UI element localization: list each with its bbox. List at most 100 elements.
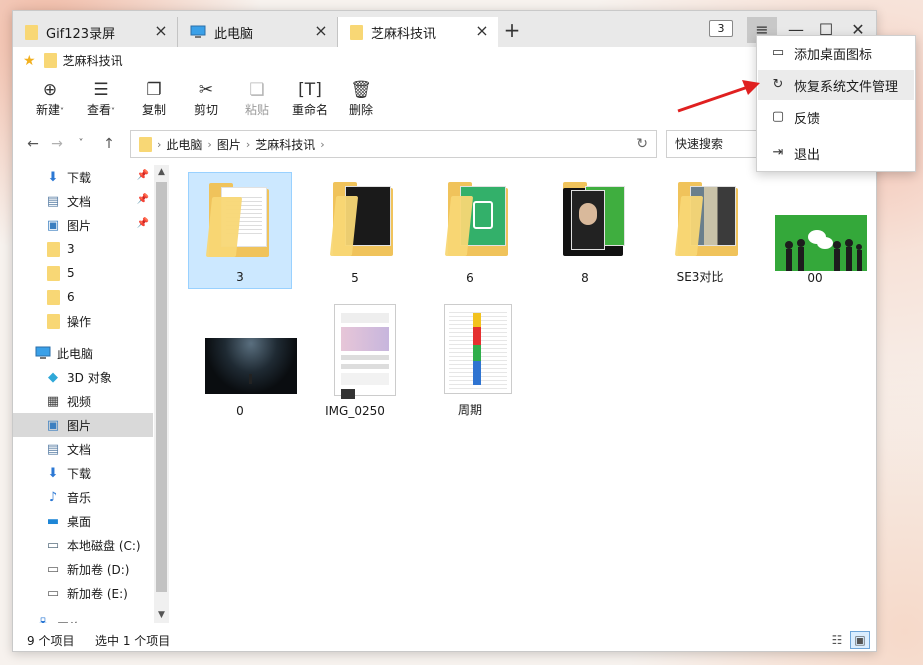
- close-icon[interactable]: ×: [313, 23, 329, 39]
- sidebar-item-desktop[interactable]: ▬ 桌面: [13, 509, 153, 533]
- tab-gif123[interactable]: Gif123录屏 ×: [13, 17, 178, 47]
- menu-item-add-desktop-icon[interactable]: ▭ 添加桌面图标: [758, 38, 914, 68]
- sidebar-item-documents[interactable]: ▤ 文档 📌: [13, 189, 153, 213]
- file-item-folder-se3[interactable]: SE3对比: [648, 172, 752, 289]
- menu-item-label: 添加桌面图标: [794, 47, 873, 63]
- picture-icon: ▣: [46, 417, 60, 433]
- file-name: 0: [236, 404, 244, 418]
- sidebar-item-pictures-pinned[interactable]: ▣ 图片 📌: [13, 213, 153, 237]
- menu-item-label: 恢复系统文件管理: [794, 79, 899, 95]
- sidebar-item-label: 5: [67, 266, 75, 280]
- sidebar-item-downloads[interactable]: ⬇ 下载 📌: [13, 165, 153, 189]
- sidebar-scrollbar[interactable]: ▲ ▼: [154, 165, 169, 623]
- scrollbar-thumb[interactable]: [156, 182, 167, 592]
- sidebar-item-label: 3D 对象: [67, 370, 112, 385]
- sidebar-item-folder-operation[interactable]: 操作: [13, 309, 153, 333]
- sidebar-item-folder-3[interactable]: 3: [13, 237, 153, 261]
- scroll-down-icon[interactable]: ▼: [154, 608, 169, 623]
- file-name: 3: [236, 270, 244, 284]
- history-dropdown[interactable]: ˅: [73, 135, 89, 153]
- view-button[interactable]: ☰ 查看˅: [76, 79, 126, 118]
- breadcrumb-this-pc[interactable]: 此电脑: [166, 136, 202, 153]
- sidebar-item-videos[interactable]: ▦ 视频: [13, 389, 153, 413]
- forward-button[interactable]: →: [49, 135, 65, 153]
- address-row: ← → ˅ ↑ › 此电脑 › 图片 › 芝麻科技讯 › ↻ 快速搜索: [13, 129, 876, 159]
- sidebar-item-label: 此电脑: [57, 346, 94, 361]
- image-thumbnail: [775, 215, 867, 271]
- sidebar-item-this-pc[interactable]: 此电脑: [13, 341, 153, 365]
- sidebar-item-label: 新加卷 (D:): [67, 562, 130, 577]
- up-button[interactable]: ↑: [101, 135, 117, 153]
- new-tab-button[interactable]: +: [502, 20, 522, 42]
- tab-this-pc[interactable]: 此电脑 ×: [178, 17, 338, 47]
- quick-access-item[interactable]: 芝麻科技讯: [63, 52, 123, 69]
- tab-label: 此电脑: [214, 26, 254, 42]
- file-item-image-img0250[interactable]: IMG_0250: [303, 304, 407, 422]
- copy-button[interactable]: ❐ 复制: [129, 79, 179, 118]
- tab-count-badge[interactable]: 3: [709, 20, 733, 37]
- desktop-icon: ▬: [46, 513, 60, 529]
- search-input[interactable]: 快速搜索: [666, 130, 766, 158]
- sidebar-item-label: 6: [67, 290, 75, 304]
- menu-item-feedback[interactable]: ▢ 反馈: [758, 102, 914, 132]
- computer-icon: [35, 345, 51, 361]
- file-name: 8: [581, 271, 589, 285]
- star-icon[interactable]: ★: [23, 53, 36, 69]
- sidebar-item-label: 网络: [57, 619, 81, 624]
- image-thumbnail: [205, 338, 297, 394]
- close-icon[interactable]: ×: [474, 23, 490, 39]
- sidebar-item-downloads-pc[interactable]: ⬇ 下载: [13, 461, 153, 485]
- breadcrumb-zhima[interactable]: 芝麻科技讯: [255, 136, 315, 153]
- file-item-folder-5[interactable]: 5: [303, 172, 407, 289]
- menu-item-exit[interactable]: ⇥ 退出: [758, 138, 914, 168]
- restore-icon: ↻: [772, 77, 784, 92]
- sidebar-item-drive-c[interactable]: ▭ 本地磁盘 (C:): [13, 533, 153, 557]
- rename-icon: [T]: [298, 80, 322, 100]
- menu-item-label: 反馈: [794, 111, 821, 127]
- details-view-icon[interactable]: ☷: [827, 631, 847, 649]
- selection-count: 选中 1 个项目: [95, 634, 171, 648]
- file-item-folder-6[interactable]: 6: [418, 172, 522, 289]
- sidebar-item-drive-d[interactable]: ▭ 新加卷 (D:): [13, 557, 153, 581]
- file-item-image-0[interactable]: 0: [188, 305, 297, 422]
- sidebar-item-documents-pc[interactable]: ▤ 文档: [13, 437, 153, 461]
- file-item-folder-3[interactable]: 3: [188, 172, 292, 289]
- sidebar-item-folder-5[interactable]: 5: [13, 261, 153, 285]
- sidebar-item-label: 文档: [67, 442, 92, 457]
- delete-button[interactable]: 🗑 删除: [336, 79, 386, 118]
- sidebar-item-network[interactable]: 🖧 网络: [13, 615, 153, 623]
- sidebar-item-drive-e[interactable]: ▭ 新加卷 (E:): [13, 581, 153, 605]
- file-name: IMG_0250: [325, 404, 385, 418]
- 3d-objects-icon: ◆: [48, 369, 58, 385]
- back-button[interactable]: ←: [25, 135, 41, 153]
- address-bar[interactable]: › 此电脑 › 图片 › 芝麻科技讯 › ↻: [130, 130, 657, 158]
- sidebar-item-folder-6[interactable]: 6: [13, 285, 153, 309]
- folder-icon: [329, 182, 397, 258]
- folder-icon: [139, 136, 152, 152]
- large-icons-view-icon[interactable]: ▣: [850, 631, 870, 649]
- file-name: 6: [466, 271, 474, 285]
- cut-label: 剪切: [193, 103, 218, 117]
- sidebar-item-pictures[interactable]: ▣ 图片: [13, 413, 153, 437]
- sidebar-item-label: 下载: [67, 466, 92, 481]
- sidebar-item-music[interactable]: ♪ 音乐: [13, 485, 153, 509]
- menu-item-restore-system-file-manager[interactable]: ↻ 恢复系统文件管理: [758, 70, 914, 100]
- menu-item-label: 退出: [794, 147, 821, 163]
- tab-zhima[interactable]: 芝麻科技讯 ×: [338, 17, 498, 47]
- close-icon[interactable]: ×: [153, 23, 169, 39]
- paste-button[interactable]: ❏ 粘贴: [232, 79, 282, 118]
- rename-button[interactable]: [T] 重命名: [285, 79, 335, 118]
- scroll-up-icon[interactable]: ▲: [154, 165, 169, 180]
- file-item-folder-8[interactable]: 8: [533, 172, 637, 289]
- breadcrumb-pictures[interactable]: 图片: [217, 136, 241, 153]
- image-thumbnail: [444, 304, 512, 394]
- file-item-image-cycle[interactable]: 周期: [418, 304, 522, 422]
- sidebar-item-label: 下载: [67, 170, 92, 185]
- tab-label: 芝麻科技讯: [371, 26, 437, 42]
- refresh-icon[interactable]: ↻: [636, 136, 648, 152]
- new-button[interactable]: ⊕ 新建˅: [25, 79, 75, 118]
- cut-button[interactable]: ✂ 剪切: [181, 79, 231, 118]
- sidebar-item-3d-objects[interactable]: ◆ 3D 对象: [13, 365, 153, 389]
- document-icon: ▤: [46, 193, 60, 209]
- file-item-image-00[interactable]: 00: [763, 172, 867, 289]
